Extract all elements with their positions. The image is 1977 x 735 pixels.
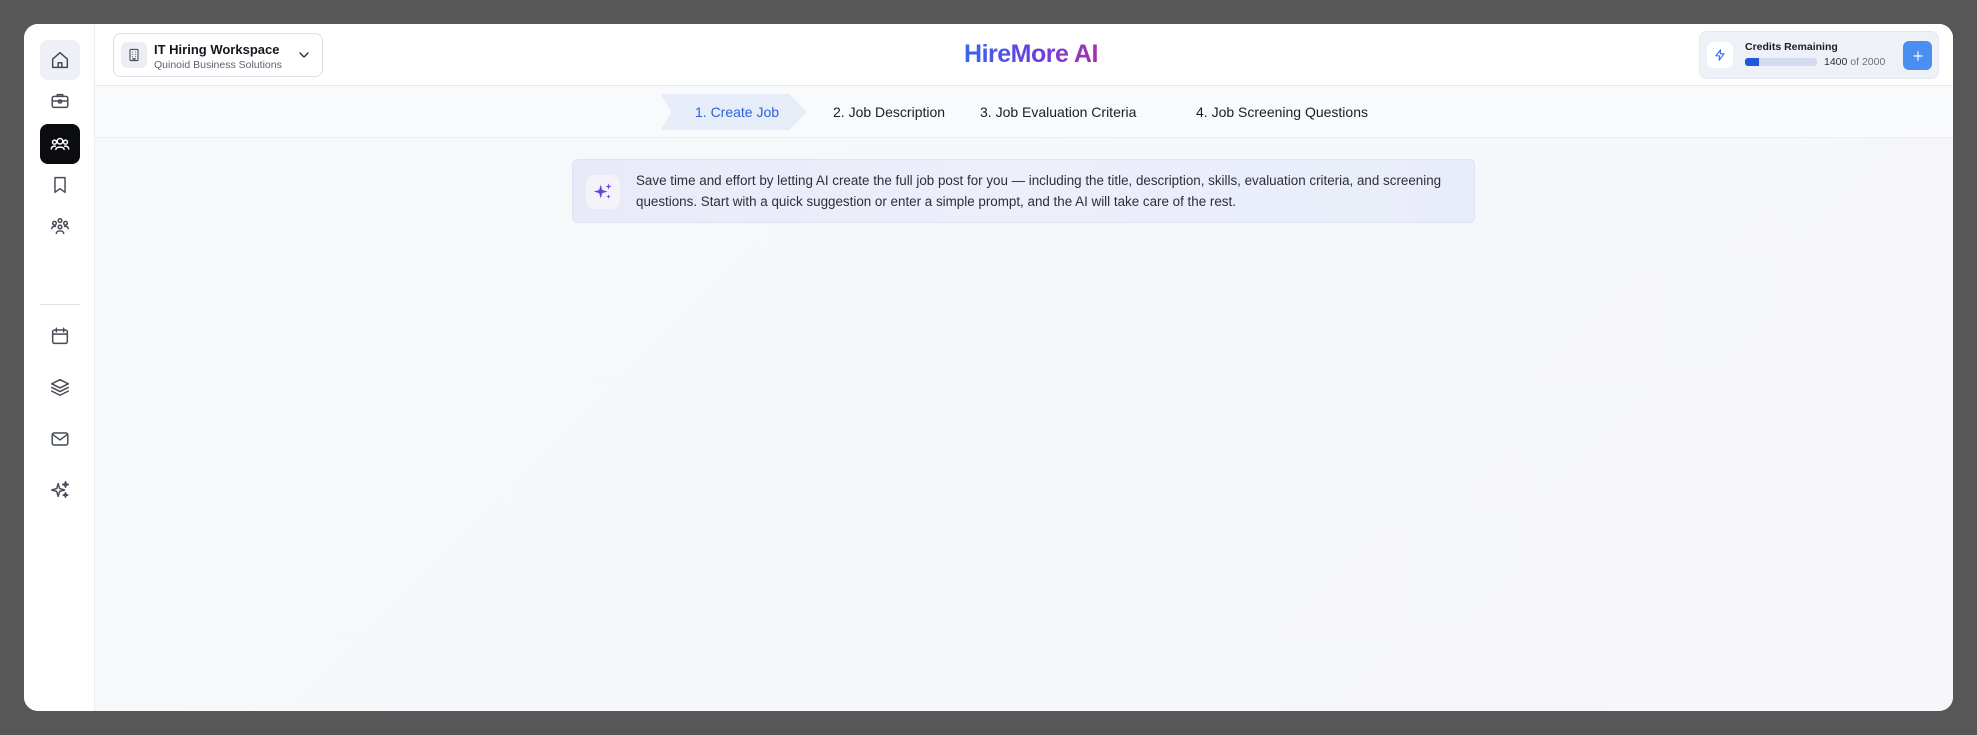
bookmark-icon xyxy=(54,176,66,194)
credits-widget: Credits Remaining 1400 of 2000 xyxy=(1699,31,1939,79)
sidebar xyxy=(24,24,95,711)
sidebar-item-teams[interactable] xyxy=(40,206,80,246)
credits-label: Credits Remaining xyxy=(1745,41,1838,53)
sparkles-icon xyxy=(586,175,620,209)
brand-logo: HireMore AI xyxy=(956,40,1106,69)
step-job-description[interactable]: 2. Job Description xyxy=(833,96,945,128)
sidebar-item-calendar[interactable] xyxy=(40,316,80,356)
workspace-organization: Quinoid Business Solutions xyxy=(154,59,282,71)
credits-total: 2000 xyxy=(1861,56,1886,68)
plus-icon xyxy=(1912,50,1923,61)
credits-progress-bar xyxy=(1745,58,1817,66)
credits-progress-fill xyxy=(1745,58,1760,66)
sidebar-divider xyxy=(40,304,80,305)
layers-icon xyxy=(51,378,69,396)
sparkles-icon xyxy=(51,481,69,499)
banner-text: Save time and effort by letting AI creat… xyxy=(636,173,1442,209)
credits-used: 1400 xyxy=(1824,56,1848,68)
step-create-job[interactable]: 1. Create Job xyxy=(695,96,779,128)
step-job-screening-questions[interactable]: 4. Job Screening Questions xyxy=(1196,96,1368,128)
add-credits-button[interactable] xyxy=(1903,41,1932,70)
sidebar-item-jobs[interactable] xyxy=(40,81,80,121)
building-icon xyxy=(121,42,147,68)
team-icon xyxy=(51,217,69,235)
chevron-down-icon xyxy=(296,47,312,63)
sidebar-item-ai[interactable] xyxy=(40,470,80,510)
sidebar-item-candidates[interactable] xyxy=(40,124,80,164)
app-window: IT Hiring Workspace Quinoid Business Sol… xyxy=(24,24,1953,711)
sidebar-item-home[interactable] xyxy=(40,40,80,80)
briefcase-icon xyxy=(51,93,69,109)
workspace-name: IT Hiring Workspace xyxy=(154,42,280,57)
sidebar-item-templates[interactable] xyxy=(40,367,80,407)
step-job-evaluation-criteria[interactable]: 3. Job Evaluation Criteria xyxy=(980,96,1136,128)
lightning-icon xyxy=(1707,42,1733,68)
home-icon xyxy=(51,51,69,69)
sidebar-item-mail[interactable] xyxy=(40,419,80,459)
top-header: IT Hiring Workspace Quinoid Business Sol… xyxy=(95,24,1953,86)
sidebar-item-saved[interactable] xyxy=(40,165,80,205)
mail-icon xyxy=(51,432,69,446)
credits-of: of xyxy=(1850,56,1860,68)
main-area: IT Hiring Workspace Quinoid Business Sol… xyxy=(95,24,1953,711)
calendar-icon xyxy=(51,327,69,345)
users-icon xyxy=(50,137,70,151)
workspace-selector[interactable]: IT Hiring Workspace Quinoid Business Sol… xyxy=(113,33,323,77)
credits-count: 1400 of 2000 xyxy=(1824,56,1885,68)
step-navigation: 1. Create Job 2. Job Description 3. Job … xyxy=(95,86,1953,138)
ai-info-banner: Save time and effort by letting AI creat… xyxy=(572,159,1475,223)
